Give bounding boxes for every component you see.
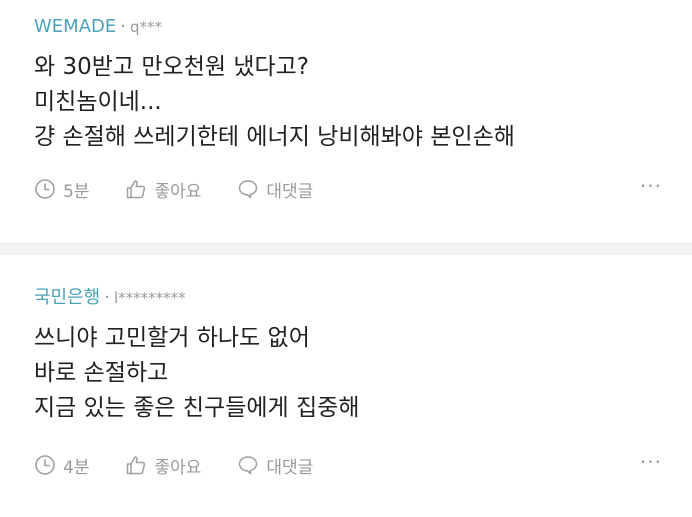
comment-actions: 5분 좋아요 대댓글 ··· <box>34 174 662 204</box>
masked-user-id: q*** <box>129 18 163 36</box>
thumbs-up-icon <box>127 456 146 475</box>
comment-line: 와 30받고 만오천원 냈다고? <box>34 54 310 80</box>
comment-body: 쓰니야 고민할거 하나도 없어 바로 손절하고 지금 있는 좋은 친구들에게 집… <box>34 321 662 426</box>
more-options-icon[interactable]: ··· <box>640 452 662 478</box>
clock-icon <box>35 179 55 199</box>
meta-separator: · <box>104 287 110 308</box>
timestamp: 4분 <box>34 453 89 478</box>
timestamp: 5분 <box>34 177 89 202</box>
comment-card: WEMADE · q*** 와 30받고 만오천원 냈다고? 미친놈이네... 걍 … <box>0 0 692 243</box>
time-text: 5분 <box>63 181 90 202</box>
comment-meta: WEMADE · q*** <box>34 14 662 40</box>
author-name[interactable]: WEMADE <box>34 16 116 37</box>
like-button[interactable]: 좋아요 <box>125 453 201 478</box>
like-label: 좋아요 <box>154 457 202 478</box>
author-name[interactable]: 국민은행 <box>34 287 100 308</box>
more-options-icon[interactable]: ··· <box>640 176 662 202</box>
comment-body: 와 30받고 만오천원 냈다고? 미친놈이네... 걍 손절해 쓰레기한테 에너… <box>34 50 662 155</box>
masked-user-id: l********* <box>113 289 186 307</box>
comment-line: 걍 손절해 쓰레기한테 에너지 낭비해봐야 본인손해 <box>34 124 515 150</box>
comment-actions: 4분 좋아요 대댓글 ··· <box>34 450 662 480</box>
like-button[interactable]: 좋아요 <box>125 177 201 202</box>
comment-divider <box>0 243 692 255</box>
reply-label: 대댓글 <box>266 457 314 478</box>
thumbs-up-icon <box>127 180 146 199</box>
comment-line: 미친놈이네... <box>34 89 162 115</box>
like-label: 좋아요 <box>154 181 202 202</box>
comment-line: 바로 손절하고 <box>34 360 169 386</box>
comment-meta: 국민은행 · l********* <box>34 285 662 311</box>
meta-separator: · <box>120 16 126 37</box>
comment-card: 국민은행 · l********* 쓰니야 고민할거 하나도 없어 바로 손절하고 … <box>0 255 692 517</box>
reply-button[interactable]: 대댓글 <box>237 453 313 478</box>
comment-line: 지금 있는 좋은 친구들에게 집중해 <box>34 395 360 421</box>
reply-label: 대댓글 <box>266 181 314 202</box>
reply-button[interactable]: 대댓글 <box>237 177 313 202</box>
speech-bubble-icon <box>239 456 258 475</box>
time-text: 4분 <box>63 457 90 478</box>
clock-icon <box>35 455 55 475</box>
speech-bubble-icon <box>239 180 258 199</box>
comment-line: 쓰니야 고민할거 하나도 없어 <box>34 325 310 351</box>
